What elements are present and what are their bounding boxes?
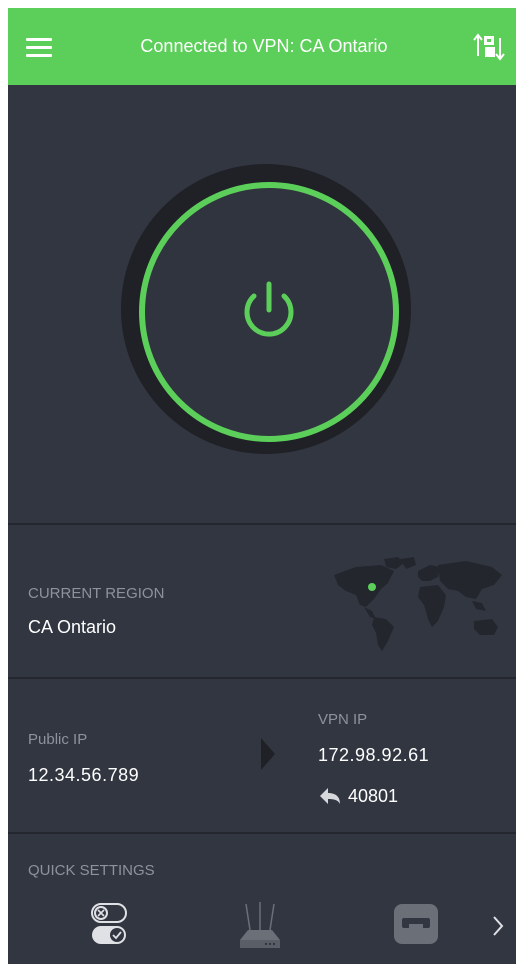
- header-bar: Connected to VPN: CA Ontario: [8, 8, 516, 85]
- toggle-settings-icon: [91, 903, 127, 944]
- connection-status-title: Connected to VPN: CA Ontario: [140, 36, 388, 56]
- vpn-ip-label: VPN IP: [318, 711, 368, 728]
- card-button[interactable]: [392, 900, 442, 952]
- router-icon: [240, 902, 280, 948]
- chevron-right-icon: [493, 916, 504, 936]
- router-button[interactable]: [232, 900, 288, 952]
- menu-button[interactable]: [22, 32, 58, 62]
- toggle-settings-button[interactable]: [86, 900, 134, 952]
- arrow-right-icon: [261, 738, 275, 770]
- ip-info-section: Public IP 12.34.56.789 VPN IP 172.98.92.…: [8, 679, 516, 832]
- world-map-icon: [334, 557, 502, 651]
- port-forward-icon: [320, 788, 340, 804]
- current-region-label: CURRENT REGION: [28, 585, 165, 602]
- quick-settings-label: QUICK SETTINGS: [28, 862, 155, 879]
- current-region-row[interactable]: CURRENT REGION CA Ontario: [8, 525, 516, 677]
- vpn-app: Connected to VPN: CA Ontario CURRENT REG…: [8, 8, 516, 964]
- public-ip-label: Public IP: [28, 731, 88, 748]
- current-region-value: CA Ontario: [28, 617, 117, 637]
- power-button[interactable]: [139, 182, 399, 442]
- next-settings-button[interactable]: [486, 900, 510, 952]
- vpn-ip-value: 172.98.92.61: [318, 745, 430, 765]
- public-ip-value: 12.34.56.789: [28, 765, 140, 785]
- connection-switch-icon[interactable]: [472, 30, 506, 64]
- power-icon: [244, 281, 294, 337]
- quick-settings-section: QUICK SETTINGS: [8, 834, 516, 964]
- port-forward-row: 40801: [318, 783, 398, 809]
- power-button-shadow: [121, 164, 411, 454]
- power-area: [8, 85, 516, 523]
- port-value: 40801: [348, 785, 399, 806]
- card-icon: [394, 904, 438, 944]
